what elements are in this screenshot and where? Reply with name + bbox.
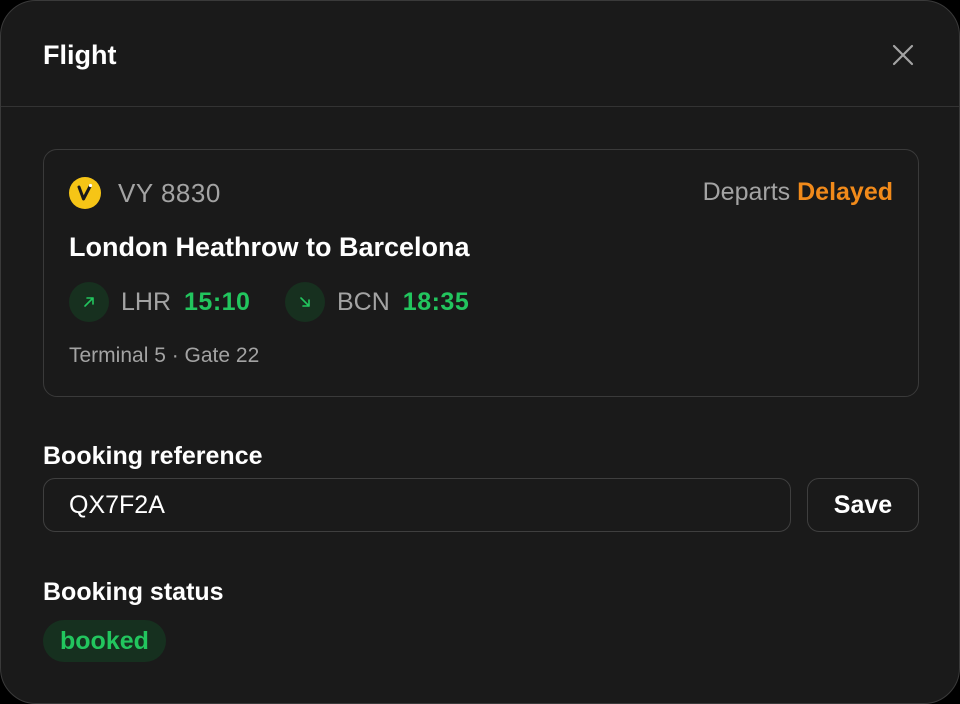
flight-card: VY 8830 Departs Delayed London Heathrow … [43, 149, 919, 397]
arrow-down-right-icon [285, 282, 325, 322]
departure-status: Departs Delayed [703, 176, 893, 208]
close-button[interactable] [881, 33, 925, 77]
dialog-title: Flight [43, 40, 117, 70]
booking-reference-label: Booking reference [43, 442, 263, 470]
flight-dialog: Flight VY 8830 Departs Delayed London He… [0, 0, 960, 704]
dialog-header: Flight [1, 1, 959, 107]
departs-label: Departs [702, 178, 791, 206]
save-button[interactable]: Save [807, 478, 919, 532]
status-badge: booked [43, 620, 166, 662]
booking-reference-input[interactable] [43, 478, 791, 532]
route-title: London Heathrow to Barcelona [69, 232, 470, 262]
delayed-status: Delayed [797, 178, 893, 206]
departure-time: 15:10 [184, 287, 251, 316]
departure-leg: LHR 15:10 [69, 282, 250, 322]
arrival-leg: BCN 18:35 [285, 282, 469, 322]
close-icon [892, 44, 914, 66]
airline-logo-icon [69, 177, 101, 209]
booking-status-label: Booking status [43, 578, 224, 606]
arrival-time: 18:35 [402, 287, 470, 316]
arrow-up-right-icon [69, 282, 109, 322]
arrival-code: BCN [337, 287, 390, 316]
terminal-gate: Terminal 5 · Gate 22 [69, 344, 260, 367]
flight-number: VY 8830 [118, 178, 221, 208]
departure-code: LHR [121, 287, 172, 316]
